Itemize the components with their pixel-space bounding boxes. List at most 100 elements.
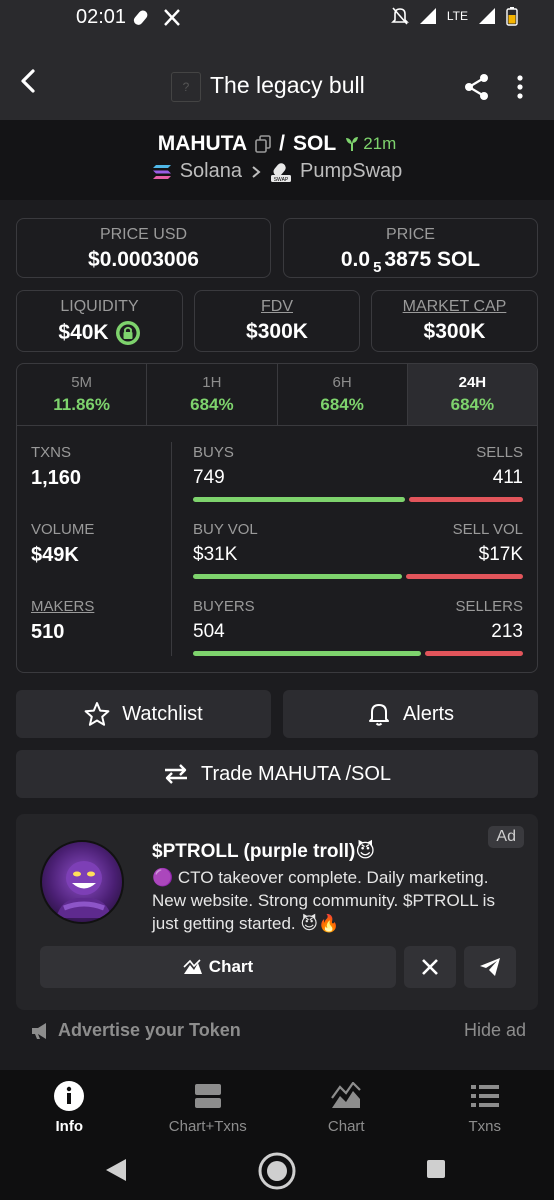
chevron-right-icon xyxy=(252,165,261,178)
price-usd-card: PRICE USD $0.0003006 xyxy=(16,218,271,278)
liquidity-label: LIQUIDITY xyxy=(60,298,139,315)
status-time: 02:01 xyxy=(76,6,127,28)
chart-txns-icon xyxy=(194,1084,221,1108)
market-cap-label: MARKET CAP xyxy=(402,298,507,315)
copy-icon[interactable] xyxy=(255,135,271,153)
chain-name[interactable]: Solana xyxy=(180,160,242,183)
buys-value: 749 xyxy=(193,467,225,488)
buys-sells-stat: BUYS SELLS 749 411 xyxy=(193,444,523,502)
volume-label: VOLUME xyxy=(31,521,95,538)
sellers-value: 213 xyxy=(491,621,523,642)
sells-label: SELLS xyxy=(476,444,523,461)
tab-6h-change: 684% xyxy=(320,395,364,414)
back-arrow-icon[interactable] xyxy=(14,66,44,96)
ad-title-text: $PTROLL (purple troll) xyxy=(152,841,356,862)
ad-chart-button[interactable]: Chart xyxy=(40,946,396,988)
base-symbol: MAHUTA xyxy=(157,132,248,155)
tab-24h-label: 24H xyxy=(458,374,487,391)
battery-icon xyxy=(506,7,518,26)
nav-chart-label: Chart xyxy=(327,1118,365,1135)
price-native-value: 0.0 5 3875 SOL xyxy=(284,248,537,276)
system-back-icon[interactable] xyxy=(104,1157,128,1183)
ad-telegram-button[interactable] xyxy=(464,946,516,988)
ad-badge: Ad xyxy=(488,826,524,848)
price-usd-value: $0.0003006 xyxy=(88,248,199,271)
system-recents-icon[interactable] xyxy=(426,1159,446,1179)
price-usd-label: PRICE USD xyxy=(99,226,188,243)
pair-separator: / xyxy=(279,132,286,155)
ad-x-button[interactable] xyxy=(404,946,456,988)
sell-vol-value: $17K xyxy=(478,544,523,565)
price-native-label: PRICE xyxy=(386,226,435,243)
tab-24h[interactable]: 24H 684% xyxy=(407,364,537,425)
svg-text:SWAP: SWAP xyxy=(274,177,289,183)
tab-6h-label: 6H xyxy=(332,374,352,391)
advertise-token-link[interactable]: Advertise your Token xyxy=(30,1020,241,1041)
nav-chart[interactable]: Chart xyxy=(277,1070,416,1145)
buys-label: BUYS xyxy=(193,444,234,461)
solana-icon xyxy=(152,164,171,179)
buyers-label: BUYERS xyxy=(193,598,255,615)
more-vert-icon[interactable] xyxy=(510,72,530,102)
price-native-zero-count: 5 xyxy=(373,258,382,276)
sell-vol-label: SELL VOL xyxy=(452,521,523,538)
trade-button[interactable]: Trade MAHUTA /SOL xyxy=(16,750,538,798)
liquidity-value-row: $40K xyxy=(17,320,182,346)
volume-value: $49K xyxy=(31,544,79,566)
tab-6h[interactable]: 6H 684% xyxy=(278,364,408,425)
fdv-label: FDV xyxy=(261,298,293,315)
trade-label: Trade MAHUTA /SOL xyxy=(200,762,392,785)
hide-ad-link[interactable]: Hide ad xyxy=(464,1020,526,1041)
dex-name[interactable]: PumpSwap xyxy=(300,160,402,183)
bottom-navigation: Info Chart+Txns Chart Txns xyxy=(0,1070,554,1145)
list-icon xyxy=(470,1085,499,1107)
tab-1h-change: 684% xyxy=(190,395,234,414)
nav-txns[interactable]: Txns xyxy=(416,1070,554,1145)
buyers-value: 504 xyxy=(193,621,225,642)
megaphone-icon xyxy=(32,1022,46,1039)
fdv-card[interactable]: FDV $300K xyxy=(194,290,360,352)
tab-1h[interactable]: 1H 684% xyxy=(147,364,278,425)
buys-bar-fill xyxy=(193,497,405,502)
bell-icon xyxy=(368,704,389,726)
ad-bullet-emoji: 🟣 xyxy=(152,868,174,887)
page-title: The legacy bull xyxy=(210,72,365,98)
nav-chart-txns-label: Chart+Txns xyxy=(168,1118,247,1135)
timeframe-tabs: 5M 11.86% 1H 684% 6H 684% 24H 684% xyxy=(17,364,537,426)
system-home-icon[interactable] xyxy=(257,1151,297,1191)
lock-icon[interactable] xyxy=(115,320,141,346)
txns-value: 1,160 xyxy=(31,467,82,489)
nav-info[interactable]: Info xyxy=(0,1070,139,1145)
nav-chart-txns[interactable]: Chart+Txns xyxy=(139,1070,278,1145)
ad-title: $PTROLL (purple troll)😈 xyxy=(152,840,375,863)
volume-split-stat: BUY VOL SELL VOL $31K $17K xyxy=(193,521,523,579)
info-icon xyxy=(54,1081,85,1111)
tab-1h-label: 1H xyxy=(202,374,222,391)
pair-header: MAHUTA / SOL 21m Solana SWAP PumpSwap xyxy=(0,120,554,200)
ad-token-avatar[interactable] xyxy=(40,840,124,924)
alarm-off-icon xyxy=(390,7,409,25)
star-icon xyxy=(84,702,110,726)
tab-5m[interactable]: 5M 11.86% xyxy=(17,364,148,425)
sell-vol-bar-fill xyxy=(405,574,523,579)
network-type: LTE xyxy=(446,9,468,23)
buyers-sellers-bar xyxy=(193,651,523,656)
alerts-label: Alerts xyxy=(402,702,455,725)
pair-name: MAHUTA / SOL 21m xyxy=(0,132,554,156)
tab-5m-label: 5M xyxy=(71,374,93,391)
ad-description: 🟣 CTO takeover complete. Daily marketing… xyxy=(152,866,522,935)
nav-txns-label: Txns xyxy=(468,1118,501,1135)
watchlist-button[interactable]: Watchlist xyxy=(16,690,271,738)
x-logo-icon xyxy=(422,959,438,975)
tab-5m-change: 11.86% xyxy=(53,395,110,414)
share-icon[interactable] xyxy=(462,72,492,102)
buys-sells-bar xyxy=(193,497,523,502)
market-cap-card[interactable]: MARKET CAP $300K xyxy=(371,290,538,352)
alerts-button[interactable]: Alerts xyxy=(283,690,538,738)
advertise-label: Advertise your Token xyxy=(58,1020,241,1040)
telegram-icon xyxy=(480,958,500,976)
pair-age-value: 21m xyxy=(363,134,397,153)
makers-label[interactable]: MAKERS xyxy=(31,598,171,615)
stats-divider xyxy=(171,442,172,656)
sellers-bar-fill xyxy=(425,651,523,656)
